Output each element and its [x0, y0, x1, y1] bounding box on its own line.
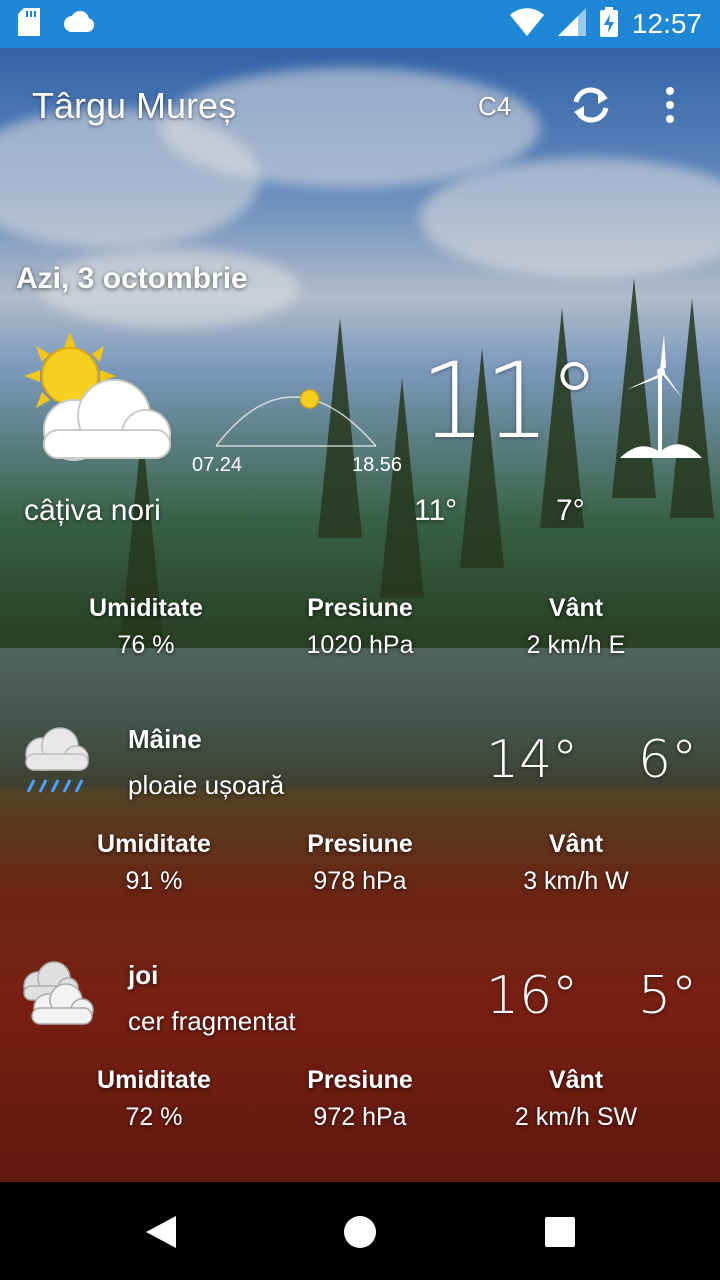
stat-label: Vânt: [548, 830, 604, 858]
forecast-stats: Umiditate 72 % Presiune 972 hPa Vânt 2 k…: [0, 1066, 720, 1146]
sun-arc: [196, 368, 386, 457]
battery-charging-icon: [599, 6, 618, 42]
city-title[interactable]: Târgu Mureș: [32, 85, 236, 127]
cellular-signal-icon: [557, 7, 586, 41]
stat-label: Vânt: [548, 1066, 604, 1094]
today-stats: Umiditate 76 % Presiune 1020 hPa Vânt 2 …: [0, 594, 720, 674]
stat-value: 1020 hPa: [306, 631, 414, 659]
pressure-stat: Presiune 1020 hPa: [250, 594, 470, 660]
stat-label: Umiditate: [89, 594, 203, 622]
forecast-description: cer fragmentat: [128, 1006, 296, 1036]
stat-value: 72 %: [125, 1103, 183, 1131]
recent-apps-icon[interactable]: [544, 1216, 576, 1253]
stat-value: 978 hPa: [313, 867, 407, 895]
current-temperature: 11°: [420, 340, 600, 462]
stat-label: Presiune: [307, 594, 413, 622]
wind-stat: Vânt 3 km/h W: [466, 830, 686, 896]
wind-stat: Vânt 2 km/h E: [466, 594, 686, 660]
partly-cloudy-icon: [22, 330, 178, 475]
forecast-stats: Umiditate 91 % Presiune 978 hPa Vânt 3 k…: [0, 830, 720, 910]
cloud-icon: [62, 10, 94, 39]
sun-position-icon: [299, 389, 320, 409]
pressure-stat: Presiune 972 hPa: [250, 1066, 470, 1132]
forecast-description: ploaie ușoară: [128, 770, 285, 800]
humidity-stat: Umiditate 91 %: [44, 830, 264, 896]
stat-value: 3 km/h W: [523, 867, 629, 895]
forecast-min-temp: 6°: [638, 730, 698, 790]
wifi-icon: [509, 7, 544, 41]
stat-value: 76 %: [117, 631, 175, 659]
stat-label: Presiune: [307, 1066, 413, 1094]
humidity-stat: Umiditate 76 %: [36, 594, 256, 660]
back-icon[interactable]: [144, 1214, 178, 1255]
stat-value: 91 %: [125, 867, 183, 895]
wind-stat: Vânt 2 km/h SW: [466, 1066, 686, 1132]
stat-label: Umiditate: [97, 830, 211, 858]
stat-value: 2 km/h E: [526, 631, 626, 659]
broken-clouds-icon: [20, 960, 96, 1037]
app-toolbar: Târgu Mureș C4: [0, 64, 720, 148]
humidity-stat: Umiditate 72 %: [44, 1066, 264, 1132]
wind-turbine-icon: [620, 334, 704, 469]
today-max-temp: 11°: [414, 494, 458, 527]
forecast-day-name: joi: [128, 960, 159, 990]
stat-label: Presiune: [307, 830, 413, 858]
sd-card-icon: [18, 7, 40, 41]
stat-label: Umiditate: [97, 1066, 211, 1094]
navigation-bar: [0, 1182, 720, 1280]
forecast-max-temp: 14°: [486, 730, 579, 790]
current-condition: câțiva nori: [24, 494, 161, 527]
today-min-temp: 7°: [556, 494, 585, 527]
light-rain-icon: [20, 724, 92, 801]
today-date: Azi, 3 octombrie: [16, 262, 248, 295]
forecast-max-temp: 16°: [486, 966, 579, 1026]
pressure-stat: Presiune 978 hPa: [250, 830, 470, 896]
stat-label: Vânt: [548, 594, 604, 622]
status-bar: 12:57: [0, 0, 720, 48]
clock: 12:57: [631, 8, 702, 39]
more-vert-icon[interactable]: [664, 86, 676, 129]
refresh-icon[interactable]: [568, 82, 614, 133]
stat-value: 2 km/h SW: [514, 1103, 638, 1131]
forecast-day-name: Mâine: [128, 724, 202, 754]
sunset-time: 18.56: [352, 454, 403, 476]
sunrise-time: 07.24: [192, 454, 243, 476]
forecast-min-temp: 5°: [638, 966, 698, 1026]
stat-value: 972 hPa: [313, 1103, 407, 1131]
units-button[interactable]: C4: [478, 91, 511, 122]
home-icon[interactable]: [342, 1214, 378, 1255]
